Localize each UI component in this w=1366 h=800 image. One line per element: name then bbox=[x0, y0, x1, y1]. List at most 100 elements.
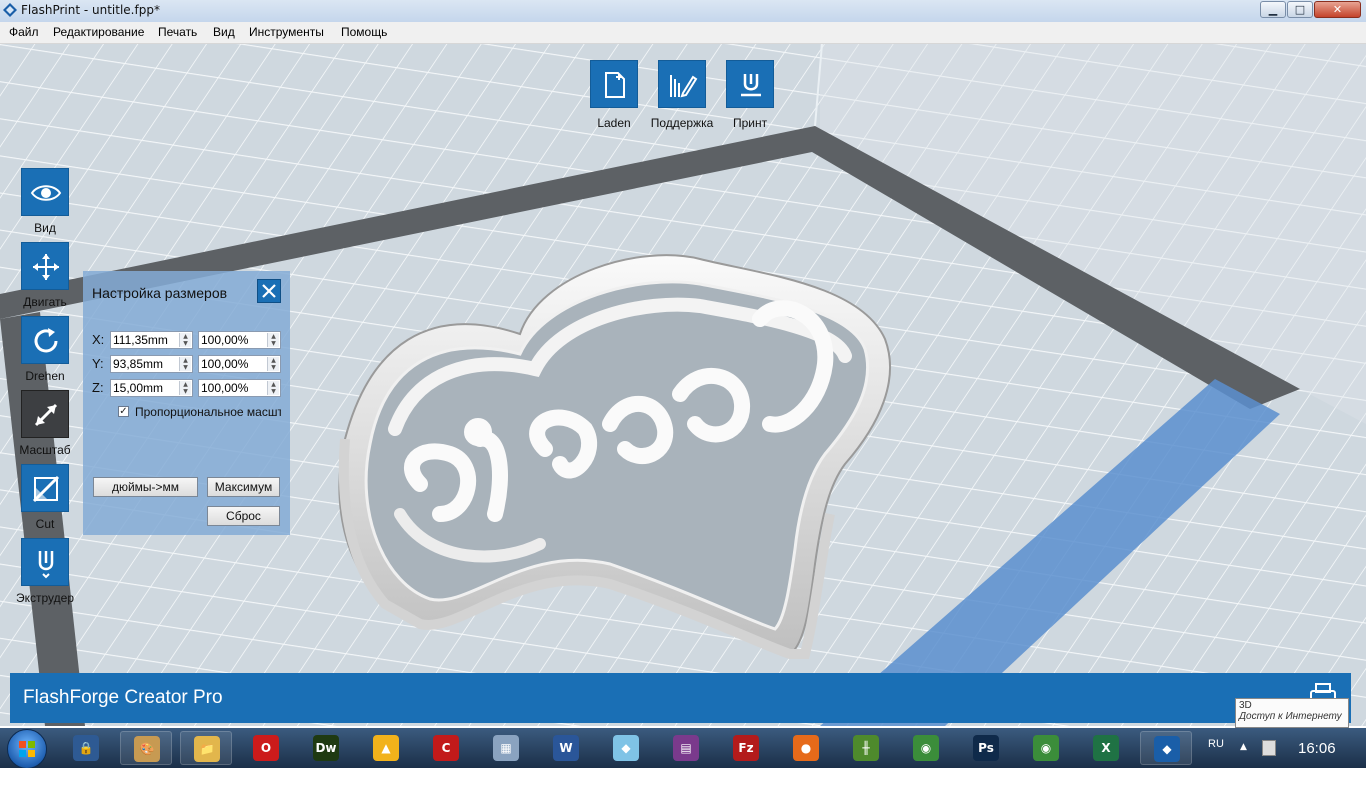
network-tray-icon[interactable] bbox=[1262, 740, 1276, 756]
calculator-icon: ▦ bbox=[493, 735, 519, 761]
z-size-stepper[interactable]: ▲ ▼ bbox=[179, 381, 191, 395]
windows-taskbar: 🔒 🎨 📁 O Dw ▲ C ▦ W ◆ ▤ Fz ● ╫ ◉ Ps ◉ X ◆ bbox=[0, 728, 1366, 769]
rotate-tool-label: Drehen bbox=[25, 369, 65, 383]
taskbar-app-flashprint[interactable]: ◆ bbox=[1140, 731, 1192, 765]
taskbar-app-photoshop[interactable]: Ps bbox=[960, 731, 1012, 765]
flashprint-icon-glyph: ◆ bbox=[1162, 742, 1172, 756]
y-percent-stepper[interactable]: ▲ ▼ bbox=[267, 357, 279, 371]
chrome-icon: ◉ bbox=[913, 735, 939, 761]
load-button[interactable] bbox=[590, 60, 638, 108]
x-percent-stepper[interactable]: ▲ ▼ bbox=[267, 333, 279, 347]
move-tool-label: Двигать bbox=[23, 295, 67, 309]
cut-tool-label: Cut bbox=[35, 517, 55, 531]
y-size-stepper[interactable]: ▲ ▼ bbox=[179, 357, 191, 371]
move-arrows-icon bbox=[33, 254, 59, 280]
support-button[interactable] bbox=[658, 60, 706, 108]
y-percent-field[interactable]: ▲▼ bbox=[198, 355, 281, 373]
print-button[interactable] bbox=[726, 60, 774, 108]
page-background bbox=[0, 768, 1366, 800]
opera-icon-glyph: O bbox=[260, 741, 272, 755]
flashprint-app-icon bbox=[3, 3, 17, 17]
taskbar-app-dreamweaver[interactable]: Dw bbox=[300, 731, 352, 765]
spreadsheet-icon-glyph: ╫ bbox=[862, 741, 870, 755]
move-tool-button[interactable] bbox=[21, 242, 69, 290]
rotate-tool-button[interactable] bbox=[21, 316, 69, 364]
extruder-tool-button[interactable] bbox=[21, 538, 69, 586]
taskbar-app-chrome-2[interactable]: ◉ bbox=[1020, 731, 1072, 765]
x-percent-input[interactable] bbox=[201, 332, 261, 348]
tray-expand-icon[interactable]: ▲ bbox=[1240, 742, 1247, 752]
close-window-button[interactable]: ✕ bbox=[1314, 1, 1361, 18]
cut-tool-button[interactable] bbox=[21, 464, 69, 512]
scale-settings-panel: Настройка размеров X: ▲▼ ▲▼ Y: ▲▼ ▲▼ Z: … bbox=[83, 271, 290, 535]
y-size-input[interactable] bbox=[113, 356, 173, 372]
windows-logo-icon bbox=[19, 741, 35, 757]
menu-print[interactable]: Печать bbox=[158, 25, 197, 39]
taskbar-app-spreadsheet[interactable]: ╫ bbox=[840, 731, 892, 765]
y-size-field[interactable]: ▲▼ bbox=[110, 355, 193, 373]
maximize-size-button[interactable]: Максимум bbox=[207, 477, 280, 497]
taskbar-clock[interactable]: 16:06 bbox=[1298, 740, 1336, 757]
taskbar-app-calculator[interactable]: ▦ bbox=[480, 731, 532, 765]
minimize-button[interactable]: ▁ bbox=[1260, 1, 1286, 18]
scale-arrow-icon bbox=[34, 403, 58, 427]
taskbar-app-chrome[interactable]: ◉ bbox=[900, 731, 952, 765]
taskbar-app-notes[interactable]: ◆ bbox=[600, 731, 652, 765]
x-percent-field[interactable]: ▲▼ bbox=[198, 331, 281, 349]
menu-bar: Файл Редактирование Печать Вид Инструмен… bbox=[0, 22, 1366, 44]
rotate-icon bbox=[34, 328, 58, 353]
print-nozzle-icon bbox=[741, 74, 761, 97]
printer-name: FlashForge Creator Pro bbox=[23, 687, 223, 708]
scale-tool-button[interactable] bbox=[21, 390, 69, 438]
extruder-icon bbox=[38, 551, 54, 579]
menu-tools[interactable]: Инструменты bbox=[249, 25, 324, 39]
menu-file[interactable]: Файл bbox=[9, 25, 39, 39]
taskbar-app-excel[interactable]: X bbox=[1080, 731, 1132, 765]
taskbar-app-archicad[interactable]: ▲ bbox=[360, 731, 412, 765]
excel-icon-glyph: X bbox=[1101, 741, 1111, 755]
explorer-icon-glyph: 📁 bbox=[199, 742, 215, 756]
keepass-icon-glyph: 🔒 bbox=[78, 741, 94, 755]
taskbar-app-cad-app[interactable]: C bbox=[420, 731, 472, 765]
language-indicator[interactable]: RU bbox=[1208, 738, 1224, 750]
proportional-checkbox[interactable]: ✓ bbox=[118, 406, 129, 417]
taskbar-app-firefox[interactable]: ● bbox=[780, 731, 832, 765]
printer-status-bar: FlashForge Creator Pro bbox=[10, 673, 1351, 723]
y-percent-input[interactable] bbox=[201, 356, 261, 372]
x-size-input[interactable] bbox=[113, 332, 173, 348]
close-icon bbox=[262, 284, 276, 298]
scale-panel-title: Настройка размеров bbox=[92, 285, 228, 301]
reset-button[interactable]: Сброс bbox=[207, 506, 280, 526]
z-percent-stepper[interactable]: ▲ ▼ bbox=[267, 381, 279, 395]
z-percent-field[interactable]: ▲▼ bbox=[198, 379, 281, 397]
proportional-label: Пропорциональное масштабирование bbox=[135, 405, 281, 419]
add-file-icon bbox=[605, 72, 625, 98]
z-percent-input[interactable] bbox=[201, 380, 261, 396]
start-button[interactable] bbox=[7, 729, 47, 769]
x-size-stepper[interactable]: ▲ ▼ bbox=[179, 333, 191, 347]
menu-view[interactable]: Вид bbox=[213, 25, 235, 39]
z-size-input[interactable] bbox=[113, 380, 173, 396]
z-size-field[interactable]: ▲▼ bbox=[110, 379, 193, 397]
minimize-icon: ▁ bbox=[1268, 3, 1278, 16]
photoshop-icon: Ps bbox=[973, 735, 999, 761]
keepass-icon: 🔒 bbox=[73, 735, 99, 761]
cad-app-icon-glyph: C bbox=[441, 741, 451, 755]
maximize-button[interactable]: □ bbox=[1287, 1, 1313, 18]
menu-help[interactable]: Помощь bbox=[341, 25, 387, 39]
x-size-field[interactable]: ▲▼ bbox=[110, 331, 193, 349]
view-tool-button[interactable] bbox=[21, 168, 69, 216]
scale-panel-close-button[interactable] bbox=[257, 279, 281, 303]
taskbar-app-filezilla[interactable]: Fz bbox=[720, 731, 772, 765]
firefox-icon: ● bbox=[793, 735, 819, 761]
taskbar-app-opera[interactable]: O bbox=[240, 731, 292, 765]
inch-to-mm-button[interactable]: дюймы->мм bbox=[93, 477, 198, 497]
taskbar-app-explorer[interactable]: 📁 bbox=[180, 731, 232, 765]
taskbar-app-word[interactable]: W bbox=[540, 731, 592, 765]
menu-edit[interactable]: Редактирование bbox=[53, 25, 144, 39]
taskbar-app-paint[interactable]: 🎨 bbox=[120, 731, 172, 765]
dreamweaver-icon-glyph: Dw bbox=[315, 741, 337, 755]
taskbar-app-winrar[interactable]: ▤ bbox=[660, 731, 712, 765]
taskbar-app-keepass[interactable]: 🔒 bbox=[60, 731, 112, 765]
filezilla-icon-glyph: Fz bbox=[738, 741, 754, 755]
